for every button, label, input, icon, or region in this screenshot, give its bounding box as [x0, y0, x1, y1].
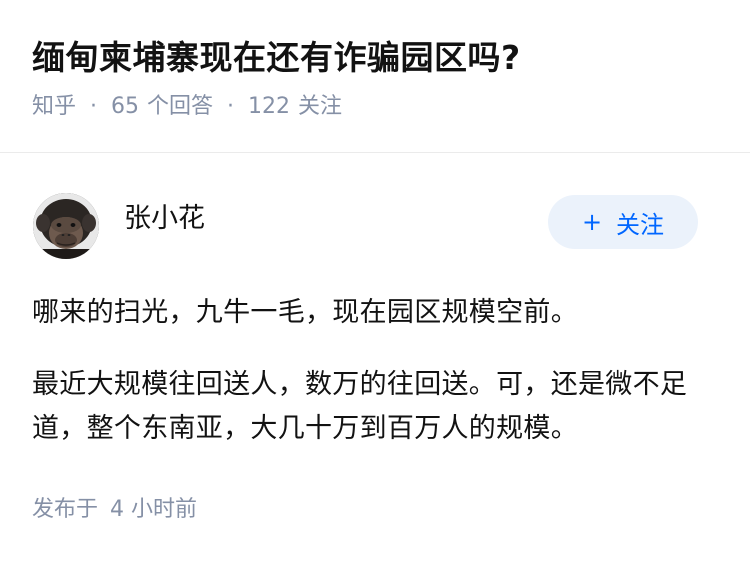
chimpanzee-avatar-icon: [33, 193, 99, 259]
author-row: 张小花 + 关注: [32, 153, 718, 259]
meta-separator: ·: [227, 94, 235, 119]
answer-card: 张小花 + 关注 哪来的扫光，九牛一毛，现在园区规模空前。 最近大规模往回送人，…: [0, 153, 750, 525]
follow-button-label: 关注: [616, 210, 665, 239]
published-label: 发布于: [32, 497, 99, 522]
published-time-value: 4 小时前: [110, 497, 198, 522]
answer-paragraph: 哪来的扫光，九牛一毛，现在园区规模空前。: [32, 297, 578, 328]
author-name[interactable]: 张小花: [124, 201, 205, 237]
answer-count: 65: [111, 94, 140, 119]
follower-count: 122: [248, 94, 291, 119]
answer-content: 哪来的扫光，九牛一毛，现在园区规模空前。 最近大规模往回送人，数万的往回送。可，…: [32, 291, 718, 451]
plus-icon: +: [581, 208, 603, 236]
question-title[interactable]: 缅甸柬埔寨现在还有诈骗园区吗?: [32, 36, 718, 80]
question-meta: 知乎 · 65 个回答 · 122 关注: [32, 92, 718, 122]
follow-button[interactable]: + 关注: [548, 195, 698, 249]
question-header: 缅甸柬埔寨现在还有诈骗园区吗? 知乎 · 65 个回答 · 122 关注: [0, 0, 750, 119]
answer-count-label[interactable]: 个回答: [147, 92, 213, 122]
published-time: 发布于 4 小时前: [32, 495, 718, 525]
avatar[interactable]: [33, 193, 99, 259]
source-label[interactable]: 知乎: [32, 92, 76, 122]
follower-count-label[interactable]: 关注: [298, 92, 342, 122]
meta-separator: ·: [90, 94, 98, 119]
answer-paragraph: 最近大规模往回送人，数万的往回送。可，还是微不足道，整个东南亚，大几十万到百万人…: [32, 369, 688, 444]
